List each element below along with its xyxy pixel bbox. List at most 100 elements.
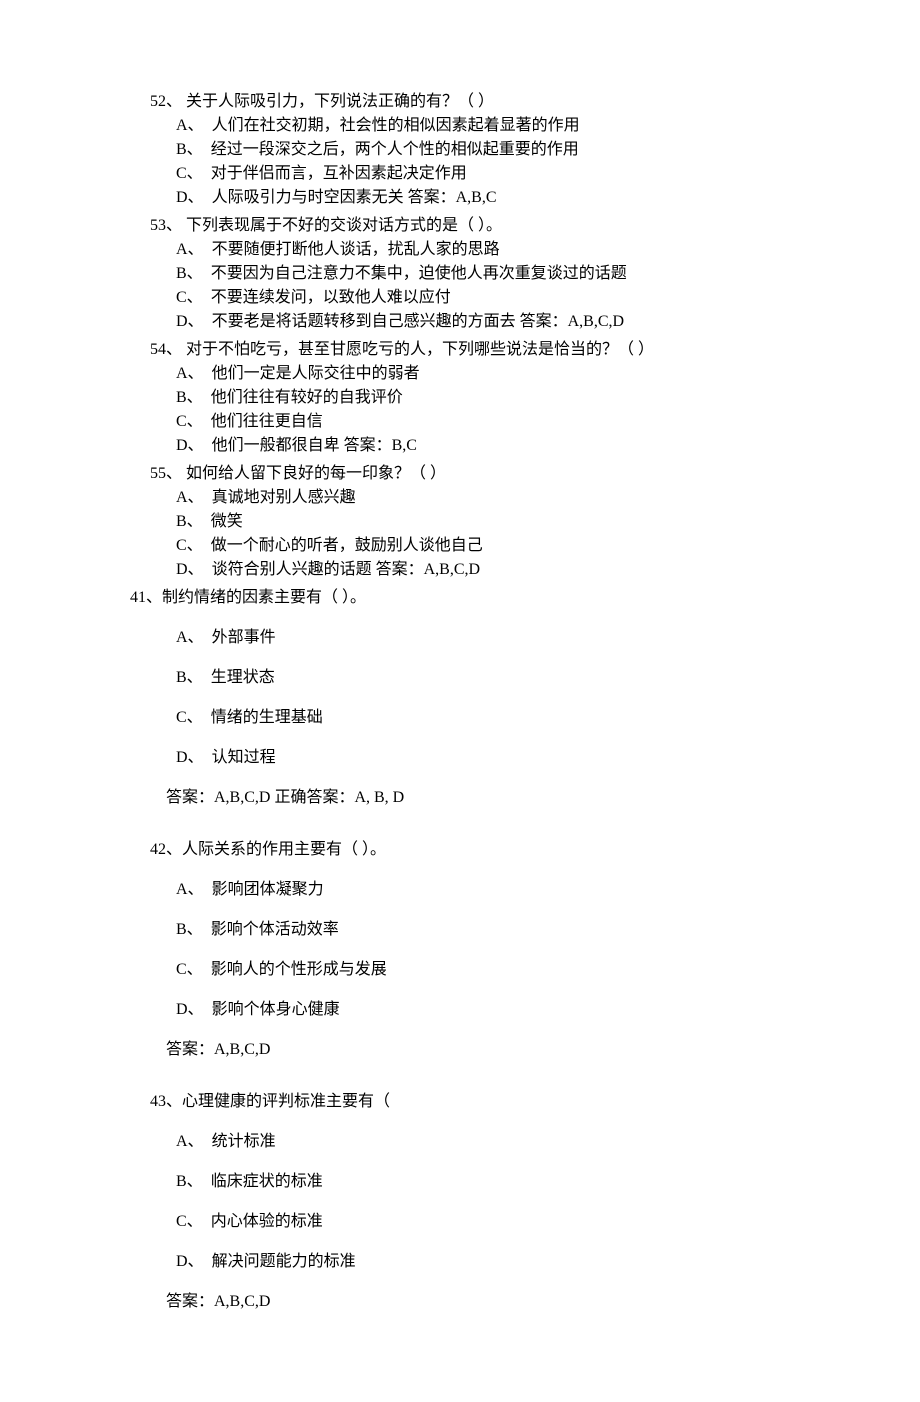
opt-label: A、	[176, 365, 196, 382]
answer: 答案：A,B,C,D	[376, 561, 480, 578]
opt-text: 他们一般都很自卑	[212, 437, 340, 454]
option-c: C、 他们往往更自信	[176, 410, 820, 434]
q-stem: 对于不怕吃亏，甚至甘愿吃亏的人，下列哪些说法是恰当的？（ ）	[186, 341, 654, 358]
answer: 答案：A,B,C	[408, 189, 497, 206]
option-c: C、 情绪的生理基础	[176, 706, 820, 730]
opt-text: 他们往往更自信	[211, 413, 323, 430]
opt-label: A、	[176, 117, 196, 134]
question-line: 43、心理健康的评判标准主要有（	[150, 1090, 820, 1114]
opt-text: 微笑	[211, 513, 243, 530]
option-b: B、 影响个体活动效率	[176, 918, 820, 942]
opt-label: D、	[176, 1001, 196, 1018]
question-line: 53、 下列表现属于不好的交谈对话方式的是（ ）。	[150, 214, 820, 238]
option-b: B、 不要因为自己注意力不集中，迫使他人再次重复谈过的话题	[176, 262, 820, 286]
option-b: B、 他们往往有较好的自我评价	[176, 386, 820, 410]
option-d: D、 人际吸引力与时空因素无关 答案：A,B,C	[176, 186, 820, 210]
opt-text: 影响个体活动效率	[211, 921, 339, 938]
option-c: C、 对于伴侣而言，互补因素起决定作用	[176, 162, 820, 186]
option-b: B、 临床症状的标准	[176, 1170, 820, 1194]
option-c: C、 内心体验的标准	[176, 1210, 820, 1234]
option-d: D、 谈符合别人兴趣的话题 答案：A,B,C,D	[176, 558, 820, 582]
opt-text: 人际吸引力与时空因素无关	[212, 189, 404, 206]
option-d: D、 解决问题能力的标准	[176, 1250, 820, 1274]
option-b: B、 生理状态	[176, 666, 820, 690]
answer: 答案：A,B,C,D	[520, 313, 624, 330]
opt-text: 影响团体凝聚力	[212, 881, 324, 898]
opt-text: 外部事件	[212, 629, 276, 646]
opt-label: C、	[176, 165, 195, 182]
opt-label: C、	[176, 413, 195, 430]
q-num: 52、	[150, 93, 182, 110]
opt-text: 不要因为自己注意力不集中，迫使他人再次重复谈过的话题	[211, 265, 627, 282]
opt-text: 做一个耐心的听者，鼓励别人谈他自己	[211, 537, 483, 554]
opt-label: B、	[176, 265, 195, 282]
q-stem: 制约情绪的因素主要有（ ）。	[162, 589, 366, 606]
opt-text: 生理状态	[211, 669, 275, 686]
opt-text: 认知过程	[212, 749, 276, 766]
option-d: D、 认知过程	[176, 746, 820, 770]
q-stem: 下列表现属于不好的交谈对话方式的是（ ）。	[186, 217, 502, 234]
opt-text: 内心体验的标准	[211, 1213, 323, 1230]
q-num: 42、	[150, 841, 182, 858]
opt-label: B、	[176, 921, 195, 938]
opt-label: D、	[176, 313, 196, 330]
q-num: 41、	[130, 589, 162, 606]
option-a: A、 统计标准	[176, 1130, 820, 1154]
opt-label: D、	[176, 189, 196, 206]
q-stem: 心理健康的评判标准主要有（	[182, 1093, 390, 1110]
opt-text: 他们往往有较好的自我评价	[211, 389, 403, 406]
option-a: A、 真诚地对别人感兴趣	[176, 486, 820, 510]
answer: 答案：A,B,C,D	[166, 1290, 820, 1314]
option-d: D、 不要老是将话题转移到自己感兴趣的方面去 答案：A,B,C,D	[176, 310, 820, 334]
opt-text: 真诚地对别人感兴趣	[212, 489, 356, 506]
opt-label: A、	[176, 489, 196, 506]
opt-text: 不要随便打断他人谈话，扰乱人家的思路	[212, 241, 500, 258]
question-54: 54、 对于不怕吃亏，甚至甘愿吃亏的人，下列哪些说法是恰当的？（ ） A、 他们…	[150, 338, 820, 458]
answer: 答案：A,B,C,D 正确答案：A, B, D	[166, 786, 820, 810]
opt-label: C、	[176, 961, 195, 978]
question-53: 53、 下列表现属于不好的交谈对话方式的是（ ）。 A、 不要随便打断他人谈话，…	[150, 214, 820, 334]
question-43: 43、心理健康的评判标准主要有（ A、 统计标准 B、 临床症状的标准 C、 内…	[150, 1090, 820, 1314]
opt-text: 解决问题能力的标准	[212, 1253, 356, 1270]
option-a: A、 人们在社交初期，社会性的相似因素起着显著的作用	[176, 114, 820, 138]
option-a: A、 外部事件	[176, 626, 820, 650]
q-num: 53、	[150, 217, 182, 234]
q-stem: 关于人际吸引力，下列说法正确的有？（ ）	[186, 93, 494, 110]
opt-label: A、	[176, 629, 196, 646]
opt-label: B、	[176, 389, 195, 406]
opt-text: 不要连续发问，以致他人难以应付	[211, 289, 451, 306]
answer: 答案：A,B,C,D	[166, 1038, 820, 1062]
opt-label: D、	[176, 437, 196, 454]
opt-label: D、	[176, 561, 196, 578]
opt-label: C、	[176, 537, 195, 554]
question-line: 54、 对于不怕吃亏，甚至甘愿吃亏的人，下列哪些说法是恰当的？（ ）	[150, 338, 820, 362]
opt-label: C、	[176, 289, 195, 306]
option-a: A、 影响团体凝聚力	[176, 878, 820, 902]
question-line: 41、制约情绪的因素主要有（ ）。	[130, 586, 820, 610]
opt-text: 人们在社交初期，社会性的相似因素起着显著的作用	[212, 117, 580, 134]
opt-text: 统计标准	[212, 1133, 276, 1150]
question-42: 42、人际关系的作用主要有（ ）。 A、 影响团体凝聚力 B、 影响个体活动效率…	[150, 838, 820, 1062]
opt-label: C、	[176, 1213, 195, 1230]
opt-label: B、	[176, 141, 195, 158]
q-num: 55、	[150, 465, 182, 482]
opt-text: 谈符合别人兴趣的话题	[212, 561, 372, 578]
option-b: B、 经过一段深交之后，两个人个性的相似起重要的作用	[176, 138, 820, 162]
opt-label: B、	[176, 513, 195, 530]
answer: 答案：B,C	[344, 437, 417, 454]
opt-text: 经过一段深交之后，两个人个性的相似起重要的作用	[211, 141, 579, 158]
option-c: C、 不要连续发问，以致他人难以应付	[176, 286, 820, 310]
opt-label: A、	[176, 881, 196, 898]
question-line: 42、人际关系的作用主要有（ ）。	[150, 838, 820, 862]
opt-text: 他们一定是人际交往中的弱者	[212, 365, 420, 382]
opt-text: 临床症状的标准	[211, 1173, 323, 1190]
option-c: C、 影响人的个性形成与发展	[176, 958, 820, 982]
opt-label: B、	[176, 1173, 195, 1190]
option-a: A、 他们一定是人际交往中的弱者	[176, 362, 820, 386]
opt-text: 对于伴侣而言，互补因素起决定作用	[211, 165, 467, 182]
option-d: D、 影响个体身心健康	[176, 998, 820, 1022]
q-num: 54、	[150, 341, 182, 358]
question-52: 52、 关于人际吸引力，下列说法正确的有？（ ） A、 人们在社交初期，社会性的…	[150, 90, 820, 210]
q-stem: 人际关系的作用主要有（ ）。	[182, 841, 386, 858]
question-line: 55、 如何给人留下良好的每一印象？（ ）	[150, 462, 820, 486]
